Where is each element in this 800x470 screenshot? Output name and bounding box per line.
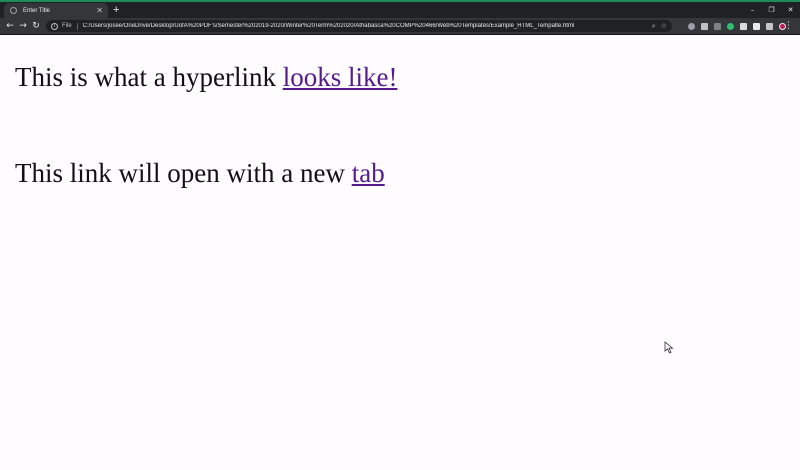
new-tab-button[interactable]: + (113, 4, 119, 16)
info-icon[interactable]: i (51, 22, 58, 30)
extension-icon[interactable] (714, 22, 721, 30)
paragraph-text: This is what a hyperlink (15, 62, 283, 92)
forward-arrow-icon[interactable]: → (17, 20, 29, 32)
looks-like-link[interactable]: looks like! (283, 62, 398, 92)
url-text[interactable]: C:/Users/josee/OneDrive/Desktop/UofA%20P… (83, 23, 652, 29)
zoom-icon[interactable]: ⌕ (652, 22, 656, 31)
extension-icon[interactable] (766, 22, 773, 30)
new-tab-paragraph: This link will open with a new tab (15, 158, 385, 189)
mouse-cursor-icon (664, 341, 674, 354)
url-scheme: File (62, 23, 72, 29)
extension-icon[interactable] (688, 22, 695, 30)
window-controls: – ❐ ✕ (743, 2, 800, 18)
back-arrow-icon[interactable]: ← (4, 20, 16, 32)
extension-icon[interactable] (701, 22, 708, 30)
browser-toolbar: ← → ↻ i File C:/Users/josee/OneDrive/Des… (0, 18, 800, 35)
extensions-area (688, 22, 792, 30)
tab-link[interactable]: tab (352, 158, 385, 188)
tab-title: Enter Title (23, 7, 51, 14)
extension-icon[interactable] (740, 22, 747, 30)
tab-active[interactable]: Enter Title ✕ (4, 3, 108, 18)
puzzle-icon[interactable] (753, 22, 760, 30)
globe-icon (10, 7, 17, 14)
divider (76, 22, 78, 30)
minimize-icon[interactable]: – (743, 6, 762, 14)
tab-bar: Enter Title ✕ + – ❐ ✕ (0, 2, 800, 18)
close-tab-icon[interactable]: ✕ (96, 6, 103, 15)
kebab-menu-icon[interactable]: ⋮ (784, 20, 793, 32)
reload-icon[interactable]: ↻ (30, 20, 42, 32)
close-window-icon[interactable]: ✕ (781, 6, 800, 14)
star-icon[interactable]: ☆ (661, 22, 667, 30)
extension-icon[interactable] (727, 22, 734, 30)
page-content: This is what a hyperlink looks like! Thi… (0, 35, 800, 470)
hyperlink-paragraph: This is what a hyperlink looks like! (15, 62, 397, 93)
address-bar[interactable]: i File C:/Users/josee/OneDrive/Desktop/U… (46, 20, 672, 32)
restore-icon[interactable]: ❐ (762, 6, 781, 14)
paragraph-text: This link will open with a new (15, 158, 352, 188)
